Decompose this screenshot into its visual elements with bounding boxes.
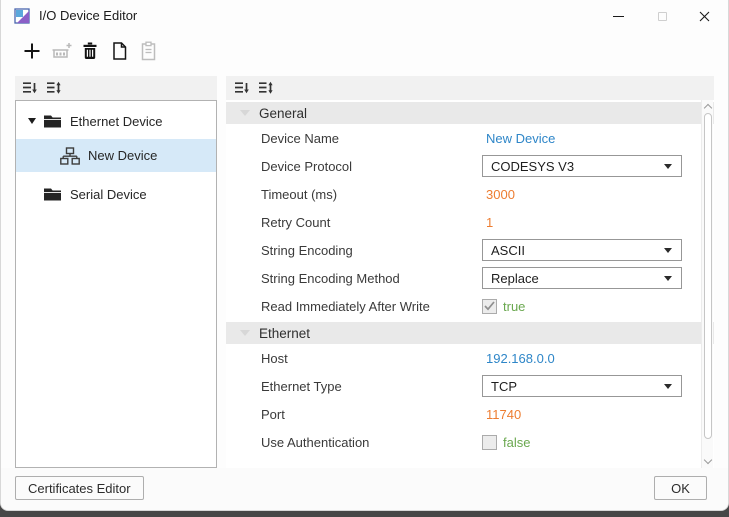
prop-row-use-authentication: Use Authentication false [226, 428, 714, 456]
host-value[interactable]: 192.168.0.0 [486, 351, 555, 366]
prop-row-retry-count: Retry Count 1 [226, 208, 714, 236]
maximize-button [640, 0, 684, 32]
tree-expander-icon[interactable] [28, 118, 36, 124]
collapse-all-icon[interactable] [22, 80, 38, 96]
prop-label: Read Immediately After Write [261, 299, 430, 314]
chevron-down-icon [664, 276, 672, 281]
copy-icon [110, 41, 128, 61]
properties-toolbar [226, 76, 714, 100]
copy-button[interactable] [105, 35, 133, 67]
prop-row-device-name: Device Name New Device [226, 124, 714, 152]
section-header-ethernet[interactable]: Ethernet [226, 322, 714, 344]
use-authentication-checkbox[interactable] [482, 435, 497, 450]
delete-button[interactable] [76, 35, 104, 67]
prop-label: String Encoding Method [261, 271, 400, 286]
dropdown-value: TCP [491, 379, 517, 394]
delete-icon [81, 41, 99, 61]
window-title: I/O Device Editor [39, 8, 137, 23]
paste-icon [140, 41, 157, 61]
chevron-down-icon [664, 248, 672, 253]
string-encoding-dropdown[interactable]: ASCII [482, 239, 682, 261]
prop-label: String Encoding [261, 243, 353, 258]
properties-scrollbar[interactable] [701, 100, 713, 468]
tree-item-ethernet-device[interactable]: Ethernet Device [16, 105, 216, 137]
section-collapse-icon [240, 110, 250, 116]
prop-label: Ethernet Type [261, 379, 342, 394]
prop-row-ethernet-type: Ethernet Type TCP [226, 372, 714, 400]
tree-item-label: Ethernet Device [70, 114, 163, 129]
expand-all-icon[interactable] [46, 80, 62, 96]
prop-label: Port [261, 407, 285, 422]
properties-panel: General Device Name New Device Device Pr… [226, 100, 714, 468]
close-icon [699, 11, 710, 22]
dropdown-value: ASCII [491, 243, 525, 258]
title-bar: I/O Device Editor [1, 0, 728, 32]
checkbox-value: true [503, 299, 525, 314]
port-value[interactable]: 11740 [486, 407, 521, 422]
main-toolbar [1, 32, 728, 72]
prop-row-device-protocol: Device Protocol CODESYS V3 [226, 152, 714, 180]
device-protocol-dropdown[interactable]: CODESYS V3 [482, 155, 682, 177]
certificates-editor-button[interactable]: Certificates Editor [15, 476, 144, 500]
expand-all-icon[interactable] [258, 80, 274, 96]
prop-label: Device Name [261, 131, 339, 146]
prop-row-string-encoding: String Encoding ASCII [226, 236, 714, 264]
close-button[interactable] [682, 0, 726, 32]
maximize-icon [658, 12, 667, 21]
tree-item-label: Serial Device [70, 187, 147, 202]
dropdown-value: CODESYS V3 [491, 159, 574, 174]
prop-row-read-immediately: Read Immediately After Write true [226, 292, 714, 320]
checkmark-icon [484, 301, 495, 311]
add-child-device-icon [51, 41, 72, 61]
scrollbar-thumb[interactable] [704, 113, 712, 439]
string-encoding-method-dropdown[interactable]: Replace [482, 267, 682, 289]
ok-button[interactable]: OK [654, 476, 707, 500]
prop-label: Timeout (ms) [261, 187, 337, 202]
prop-row-timeout: Timeout (ms) 3000 [226, 180, 714, 208]
prop-row-host: Host 192.168.0.0 [226, 344, 714, 372]
dropdown-value: Replace [491, 271, 539, 286]
device-tree-toolbar [15, 76, 217, 100]
tree-item-serial-device[interactable]: Serial Device [16, 178, 216, 210]
scroll-up-icon[interactable] [704, 104, 712, 112]
minimize-icon [613, 16, 624, 17]
device-name-value[interactable]: New Device [486, 131, 555, 146]
prop-row-port: Port 11740 [226, 400, 714, 428]
chevron-down-icon [664, 384, 672, 389]
retry-count-value[interactable]: 1 [486, 215, 493, 230]
minimize-button[interactable] [596, 0, 640, 32]
prop-label: Use Authentication [261, 435, 369, 450]
section-title: General [259, 106, 307, 121]
section-header-general[interactable]: General [226, 102, 714, 124]
add-device-button[interactable] [18, 35, 46, 67]
section-collapse-icon [240, 330, 250, 336]
ethernet-type-dropdown[interactable]: TCP [482, 375, 682, 397]
app-icon [14, 8, 30, 24]
add-device-icon [22, 41, 42, 61]
paste-button [134, 35, 162, 67]
timeout-value[interactable]: 3000 [486, 187, 515, 202]
scroll-down-icon[interactable] [704, 456, 712, 464]
add-child-device-button [47, 35, 75, 67]
device-tree: Ethernet Device New Device Serial Device [15, 100, 217, 468]
footer-bar: Certificates Editor OK [1, 468, 728, 511]
chevron-down-icon [664, 164, 672, 169]
folder-icon [43, 186, 62, 202]
io-device-editor-window: I/O Device Editor [0, 0, 729, 511]
prop-row-string-encoding-method: String Encoding Method Replace [226, 264, 714, 292]
read-immediately-checkbox[interactable] [482, 299, 497, 314]
collapse-all-icon[interactable] [234, 80, 250, 96]
prop-label: Host [261, 351, 288, 366]
section-title: Ethernet [259, 326, 310, 341]
prop-label: Retry Count [261, 215, 330, 230]
checkbox-value: false [503, 435, 530, 450]
folder-icon [43, 113, 62, 129]
tree-item-new-device[interactable]: New Device [16, 139, 216, 172]
prop-label: Device Protocol [261, 159, 352, 174]
tree-item-label: New Device [88, 148, 157, 163]
network-device-icon [60, 147, 80, 165]
